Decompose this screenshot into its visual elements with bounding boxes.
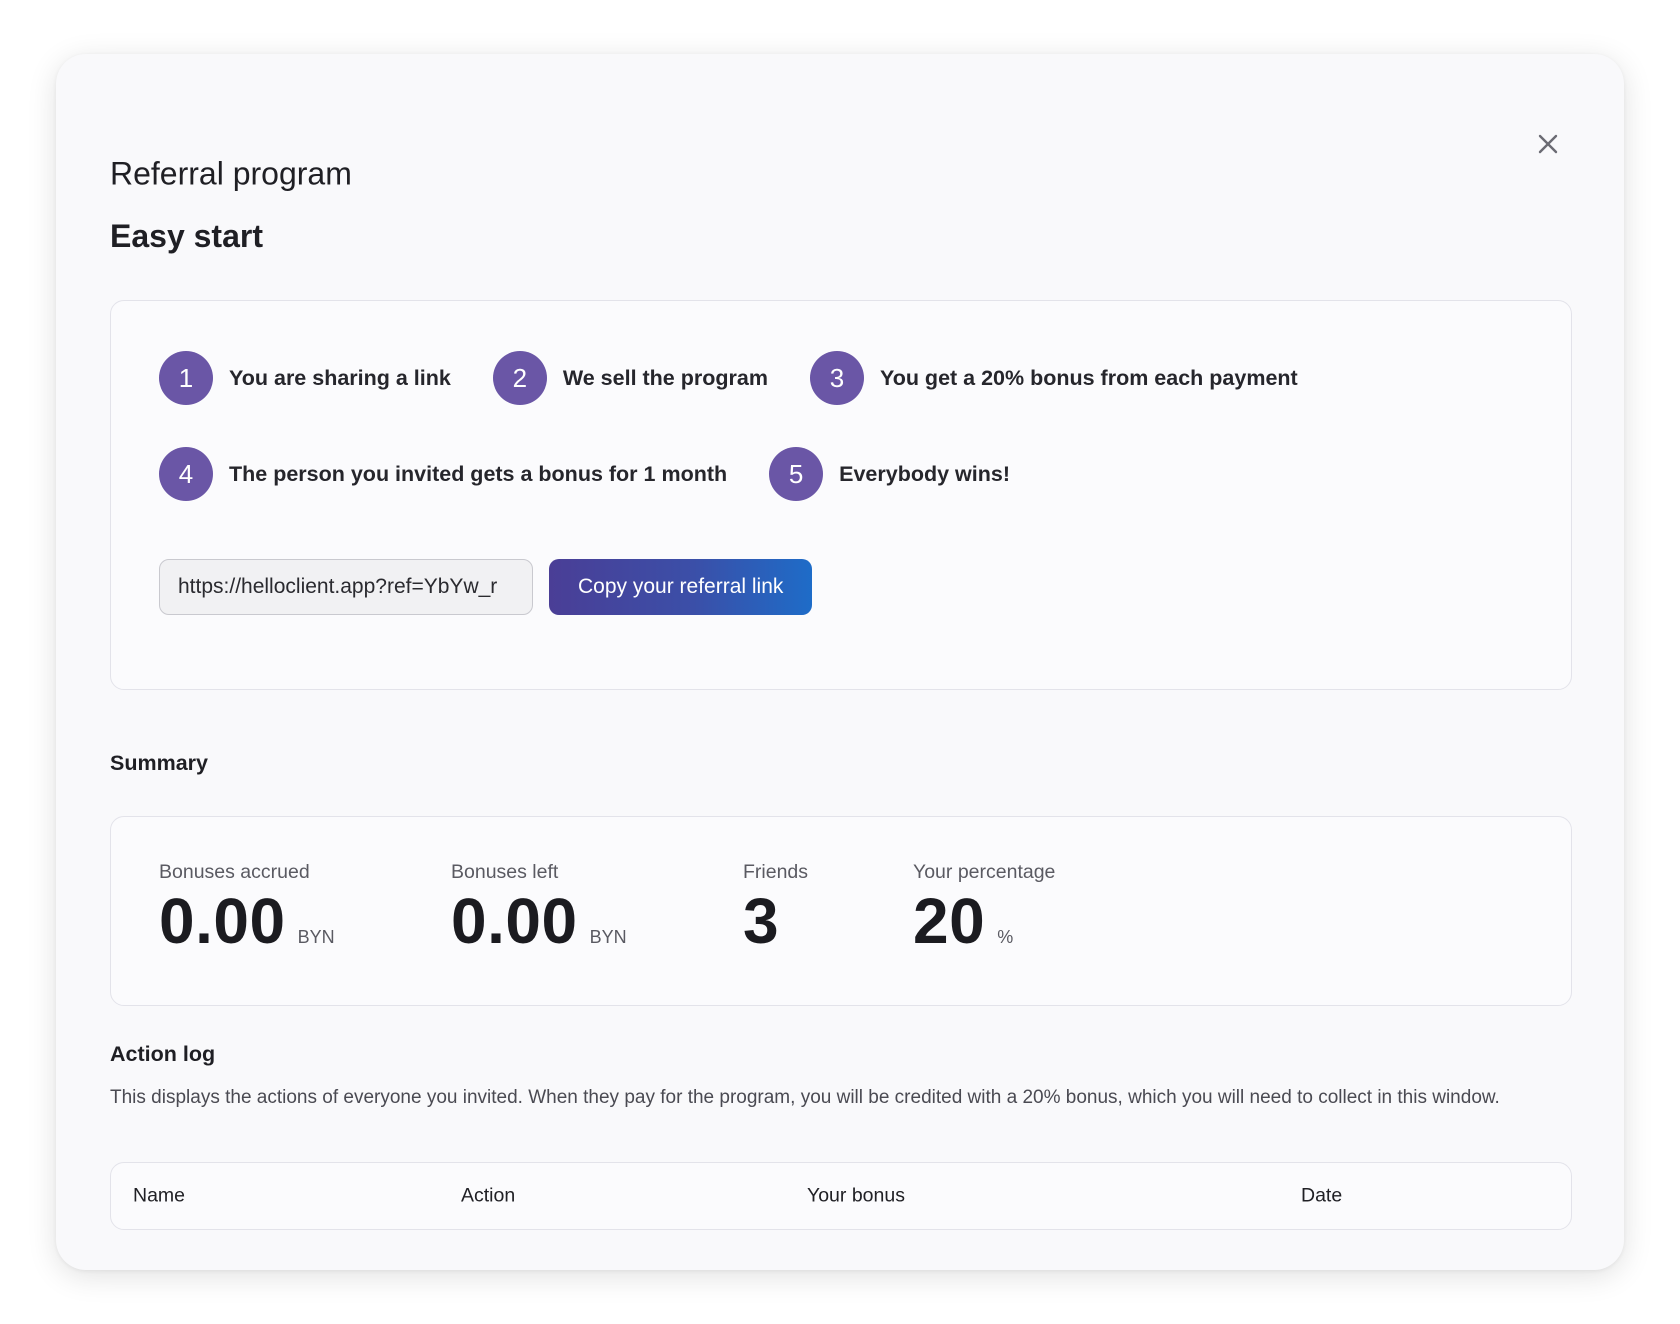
column-header-date[interactable]: Date — [1301, 1185, 1342, 1208]
step-text: Everybody wins! — [839, 461, 1010, 486]
modal-title: Referral program — [110, 155, 352, 192]
step-text: You get a 20% bonus from each payment — [879, 365, 1298, 390]
close-icon — [1538, 134, 1558, 154]
stat-value: 3 — [743, 885, 780, 957]
stat-unit: % — [997, 927, 1014, 947]
step-1: 1 You are sharing a link — [159, 351, 451, 405]
action-log-description: This displays the actions of everyone yo… — [110, 1087, 1500, 1108]
stat-label: Bonuses left — [451, 861, 559, 883]
close-button[interactable] — [1530, 126, 1566, 162]
stat-unit: BYN — [297, 927, 335, 947]
action-log-title: Action log — [110, 1042, 216, 1066]
stat-label: Friends — [743, 861, 809, 883]
step-text: The person you invited gets a bonus for … — [229, 461, 728, 486]
stat-value: 0.00 — [451, 885, 578, 957]
easy-start-title: Easy start — [110, 218, 263, 254]
step-3: 3 You get a 20% bonus from each payment — [809, 351, 1298, 405]
column-header-name[interactable]: Name — [133, 1185, 185, 1208]
steps-row-1: 1 You are sharing a link 2 We sell the p… — [159, 351, 1340, 405]
referral-program-modal: Referral program Easy start 1 You are sh… — [56, 54, 1624, 1270]
stat-label: Your percentage — [913, 861, 1056, 883]
step-number-badge: 2 — [492, 351, 547, 405]
column-header-your-bonus[interactable]: Your bonus — [807, 1185, 905, 1208]
stat-unit: BYN — [589, 927, 627, 947]
step-text: We sell the program — [562, 365, 768, 390]
stat-value: 0.00 — [159, 885, 286, 957]
step-5: 5 Everybody wins! — [769, 447, 1010, 501]
step-text: You are sharing a link — [229, 365, 451, 390]
step-2: 2 We sell the program — [492, 351, 768, 405]
step-number-badge: 5 — [769, 447, 824, 501]
stat-bonuses-accrued: Bonuses accrued 0.00 BYN — [159, 861, 335, 955]
column-header-action[interactable]: Action — [461, 1185, 515, 1208]
referral-link-row: Copy your referral link — [159, 559, 813, 615]
stat-your-percentage: Your percentage 20 % — [913, 861, 1055, 955]
stat-bonuses-left: Bonuses left 0.00 BYN — [451, 861, 627, 955]
summary-card: Bonuses accrued 0.00 BYN Bonuses left 0.… — [110, 816, 1572, 1006]
stat-label: Bonuses accrued — [159, 861, 310, 883]
referral-link-input[interactable] — [159, 559, 533, 615]
step-4: 4 The person you invited gets a bonus fo… — [159, 447, 727, 501]
step-number-badge: 1 — [159, 351, 213, 405]
step-number-badge: 4 — [159, 447, 213, 501]
copy-referral-link-button[interactable]: Copy your referral link — [549, 559, 813, 615]
steps-row-2: 4 The person you invited gets a bonus fo… — [159, 447, 1052, 501]
step-number-badge: 3 — [809, 351, 864, 405]
action-log-table: Name Action Your bonus Date — [110, 1162, 1572, 1230]
easy-start-card: 1 You are sharing a link 2 We sell the p… — [110, 300, 1572, 690]
stat-friends: Friends 3 — [743, 861, 808, 955]
summary-title: Summary — [110, 751, 208, 775]
stat-value: 20 — [913, 885, 986, 957]
